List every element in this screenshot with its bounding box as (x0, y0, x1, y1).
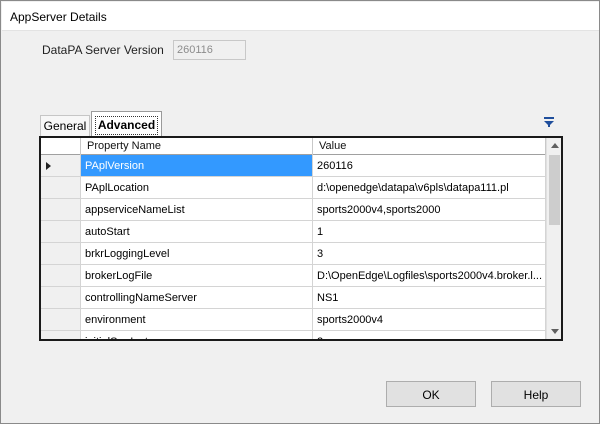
property-name-cell[interactable]: controllingNameServer (81, 287, 313, 309)
row-selector[interactable] (41, 287, 81, 309)
funnel-icon[interactable] (543, 116, 555, 128)
property-value-cell[interactable]: sports2000v4 (313, 309, 546, 331)
property-name-cell[interactable]: autoStart (81, 221, 313, 243)
property-name-cell[interactable]: initialSrvrInstance (81, 331, 313, 339)
row-selector[interactable] (41, 155, 81, 177)
column-header-value[interactable]: Value (313, 138, 546, 155)
window-title: AppServer Details (10, 10, 107, 24)
row-selector[interactable] (41, 199, 81, 221)
table-row[interactable]: autoStart 1 (41, 221, 546, 243)
server-version-field: 260116 (173, 40, 246, 60)
property-name-cell[interactable]: appserviceNameList (81, 199, 313, 221)
help-button[interactable]: Help (491, 381, 581, 407)
vertical-scrollbar[interactable] (546, 138, 561, 339)
table-row[interactable]: brkrLoggingLevel 3 (41, 243, 546, 265)
server-version-label: DataPA Server Version (42, 43, 164, 57)
table-row[interactable]: environment sports2000v4 (41, 309, 546, 331)
row-selector[interactable] (41, 221, 81, 243)
property-name-cell[interactable]: brkrLoggingLevel (81, 243, 313, 265)
property-value-cell[interactable]: 1 (313, 221, 546, 243)
appserver-details-dialog: AppServer Details DataPA Server Version … (0, 0, 600, 424)
row-selector-header (41, 138, 81, 155)
property-name-cell[interactable]: brokerLogFile (81, 265, 313, 287)
property-value-cell[interactable]: 260116 (313, 155, 546, 177)
property-name-cell[interactable]: PAplLocation (81, 177, 313, 199)
tab-focus-rect (95, 116, 158, 135)
properties-grid[interactable]: Property Name Value PAplVersion 260116 PAp… (39, 136, 563, 341)
property-value-cell[interactable]: D:\OpenEdge\Logfiles\sports2000v4.broker… (313, 265, 546, 287)
property-value-cell[interactable]: NS1 (313, 287, 546, 309)
column-header-property-name[interactable]: Property Name (81, 138, 313, 155)
table-row[interactable]: brokerLogFile D:\OpenEdge\Logfiles\sports… (41, 265, 546, 287)
table-row[interactable]: PAplLocation d:\openedge\datapa\v6pls\dat… (41, 177, 546, 199)
ok-button[interactable]: OK (386, 381, 476, 407)
table-row[interactable]: controllingNameServer NS1 (41, 287, 546, 309)
current-row-arrow-icon (46, 162, 51, 170)
grid-header: Property Name Value (41, 138, 546, 155)
scrollbar-thumb[interactable] (549, 155, 560, 225)
title-bar: AppServer Details (2, 2, 599, 31)
row-selector[interactable] (41, 265, 81, 287)
tab-general-label: General (43, 119, 87, 133)
property-name-cell[interactable]: environment (81, 309, 313, 331)
row-selector[interactable] (41, 177, 81, 199)
table-row[interactable]: initialSrvrInstance2 (41, 331, 546, 339)
property-value-cell[interactable]: 3 (313, 243, 546, 265)
table-row[interactable]: appserviceNameList sports2000v4,sports200… (41, 199, 546, 221)
property-value-cell[interactable]: 2 (313, 331, 546, 339)
row-selector[interactable] (41, 243, 81, 265)
property-name-cell[interactable]: PAplVersion (81, 155, 313, 177)
scroll-down-arrow-icon[interactable] (547, 324, 561, 339)
row-selector[interactable] (41, 309, 81, 331)
row-selector[interactable] (41, 331, 81, 339)
scroll-up-arrow-icon[interactable] (547, 138, 561, 153)
tab-general[interactable]: General (40, 115, 90, 136)
property-value-cell[interactable]: sports2000v4,sports2000 (313, 199, 546, 221)
grid-rows: PAplVersion 260116 PAplLocation d:\openedge… (41, 155, 546, 339)
tab-advanced[interactable]: Advanced (91, 111, 162, 137)
table-row[interactable]: PAplVersion 260116 (41, 155, 546, 177)
property-value-cell[interactable]: d:\openedge\datapa\v6pls\datapa111.pl (313, 177, 546, 199)
